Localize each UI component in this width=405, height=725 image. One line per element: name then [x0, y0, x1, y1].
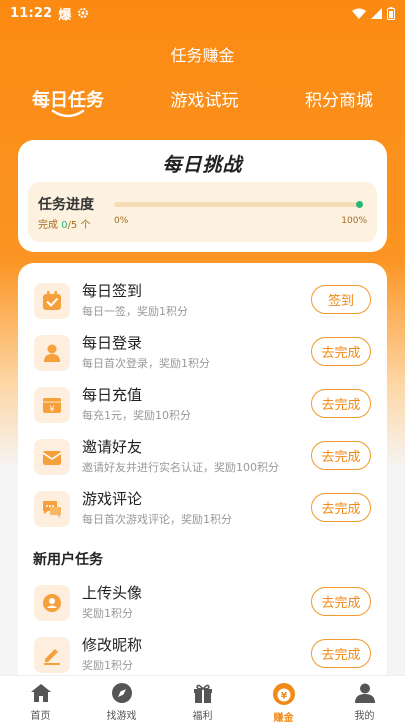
review-task-button[interactable]: 去完成: [311, 493, 371, 522]
bottom-nav: 首页 找游戏 福利 ¥ 赚金 我的: [0, 675, 405, 725]
progress-start-label: 0%: [114, 216, 129, 226]
nav-label: 找游戏: [106, 711, 137, 722]
compass-icon: [111, 683, 132, 703]
tab-game-trial[interactable]: 游戏试玩: [171, 86, 239, 126]
progress-label: 任务进度: [38, 197, 94, 213]
signal-icon: [371, 7, 382, 19]
money-bag-icon: ¥: [272, 683, 295, 705]
progress-marker: [356, 201, 363, 208]
task-desc: 每日一签，奖励1积分: [82, 305, 188, 318]
section-title-new-user: 新用户任务: [33, 552, 103, 568]
envelope-icon: [34, 439, 70, 475]
task-desc: 每日首次登录，奖励1积分: [82, 357, 210, 370]
task-row-invite: 邀请好友 邀请好友并进行实名认证，奖励100积分 去完成: [18, 433, 387, 485]
tab-daily-tasks[interactable]: 每日任务: [32, 86, 104, 126]
home-icon: [30, 684, 51, 702]
gift-icon: [193, 684, 212, 703]
task-desc: 每日首次游戏评论，奖励1积分: [82, 513, 232, 526]
progress-panel: 任务进度 完成 0/5 个 0% 100%: [28, 182, 377, 242]
wifi-icon: [352, 8, 366, 19]
tab-label: 游戏试玩: [170, 91, 239, 111]
avatar-icon: [34, 585, 70, 621]
count-prefix: 完成: [38, 220, 62, 231]
task-desc: 奖励1积分: [82, 607, 133, 620]
profile-icon: [354, 683, 375, 703]
user-icon: [34, 335, 70, 371]
nav-earn[interactable]: ¥ 赚金: [243, 676, 324, 725]
edit-nickname-button[interactable]: 去完成: [311, 639, 371, 668]
progress-count: 完成 0/5 个: [38, 216, 90, 231]
task-title: 游戏评论: [82, 490, 143, 508]
recharge-task-button[interactable]: 去完成: [311, 389, 371, 418]
nav-welfare[interactable]: 福利: [162, 676, 243, 725]
settings-icon: [78, 8, 89, 18]
login-task-button[interactable]: 去完成: [311, 337, 371, 366]
nav-label: 福利: [192, 711, 213, 722]
svg-text:¥: ¥: [280, 692, 287, 702]
pencil-icon: [34, 637, 70, 673]
status-time: 11:22: [10, 5, 53, 21]
task-title: 每日签到: [82, 282, 143, 300]
task-title: 上传头像: [82, 584, 143, 602]
progress-track: [114, 201, 363, 208]
svg-text:¥: ¥: [49, 405, 54, 414]
nav-find-games[interactable]: 找游戏: [81, 676, 162, 725]
task-desc: 奖励1积分: [82, 659, 133, 672]
calendar-check-icon: [34, 283, 70, 319]
nav-home[interactable]: 首页: [0, 676, 81, 725]
task-row-checkin: 每日签到 每日一签，奖励1积分 签到: [18, 277, 387, 329]
comment-icon: [34, 491, 70, 527]
yen-card-icon: ¥: [34, 387, 70, 423]
task-row-login: 每日登录 每日首次登录，奖励1积分 去完成: [18, 329, 387, 381]
task-desc: 邀请好友并进行实名认证，奖励100积分: [82, 461, 279, 474]
tab-label: 积分商城: [305, 91, 373, 111]
challenge-title: 每日挑战: [162, 154, 243, 176]
app-notification-icon: 爆: [58, 7, 72, 23]
progress-end-label: 100%: [341, 216, 367, 226]
count-suffix: /5 个: [67, 220, 91, 231]
nav-label: 我的: [354, 711, 375, 722]
task-row-upload-avatar: 上传头像 奖励1积分 去完成: [18, 579, 387, 631]
status-bar: 11:22 爆: [0, 0, 405, 26]
task-title: 修改昵称: [82, 636, 143, 654]
top-tabs: 每日任务 游戏试玩 积分商城: [0, 86, 405, 126]
task-row-review: 游戏评论 每日首次游戏评论，奖励1积分 去完成: [18, 485, 387, 537]
tab-points-mall[interactable]: 积分商城: [305, 86, 373, 126]
nav-mine[interactable]: 我的: [324, 676, 405, 725]
upload-avatar-button[interactable]: 去完成: [311, 587, 371, 616]
task-desc: 每充1元，奖励10积分: [82, 409, 191, 422]
page-title: 任务赚金: [170, 46, 235, 65]
tab-label: 每日任务: [32, 90, 104, 111]
task-title: 邀请好友: [82, 438, 143, 456]
active-tab-indicator: [51, 109, 85, 118]
battery-icon: [387, 6, 395, 20]
nav-label: 赚金: [273, 713, 294, 724]
task-title: 每日登录: [82, 334, 143, 352]
daily-challenge-card: 每日挑战 任务进度 完成 0/5 个 0% 100%: [18, 140, 387, 252]
task-row-recharge: ¥ 每日充值 每充1元，奖励10积分 去完成: [18, 381, 387, 433]
nav-label: 首页: [30, 711, 51, 722]
invite-task-button[interactable]: 去完成: [311, 441, 371, 470]
task-list-card: 每日签到 每日一签，奖励1积分 签到 每日登录 每日首次登录，奖励1积分 去完成…: [18, 263, 387, 693]
checkin-button[interactable]: 签到: [311, 285, 371, 314]
task-title: 每日充值: [82, 386, 143, 404]
